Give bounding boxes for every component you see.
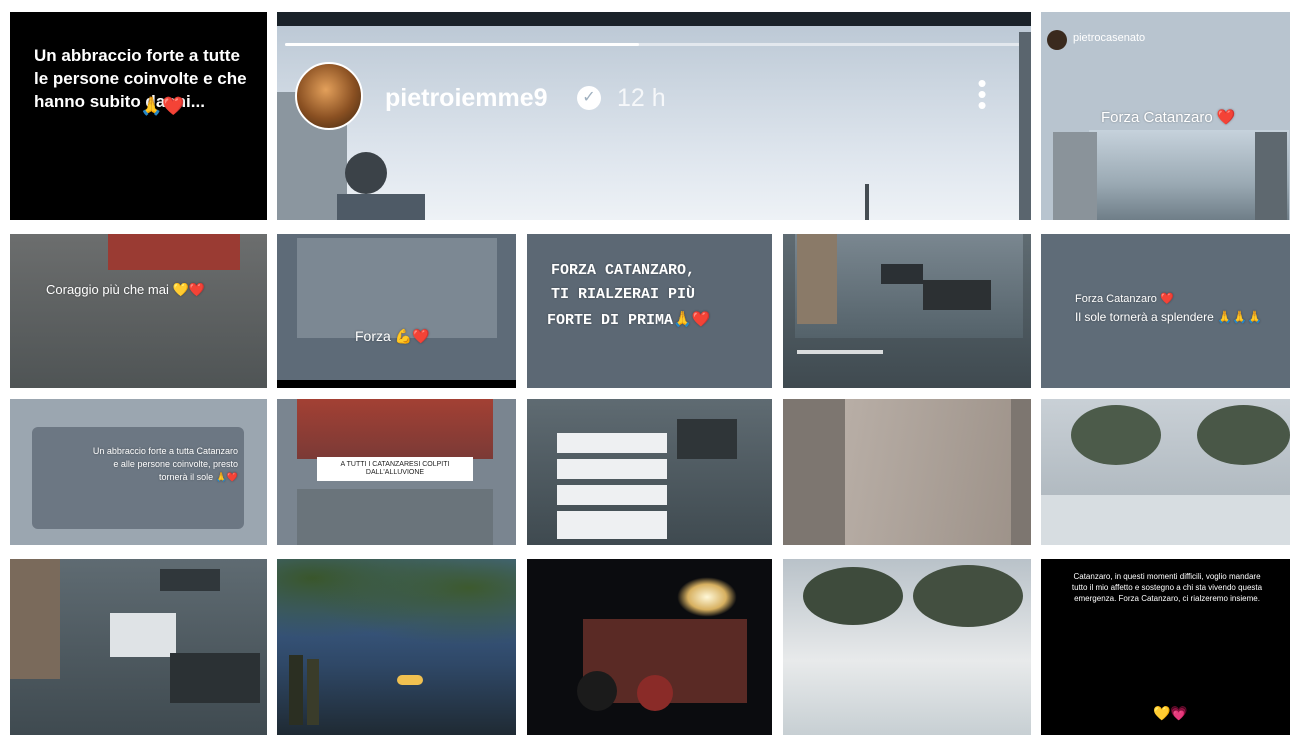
tree-2 [913, 565, 1023, 627]
story-tile-7[interactable] [783, 234, 1031, 388]
kiosk [677, 419, 737, 459]
story-tile-17[interactable] [783, 559, 1031, 735]
stone-wall [845, 399, 1011, 545]
story-tile-3[interactable]: pietrocasenato Forza Catanzaro ❤️ [1041, 12, 1290, 220]
tree-right [1197, 405, 1290, 465]
red-object [108, 234, 240, 270]
tower-left [1053, 132, 1097, 220]
story-tile-12[interactable] [783, 399, 1031, 545]
tower-right [1255, 132, 1287, 220]
kiosk [170, 653, 260, 703]
story-tile-8[interactable]: Forza Catanzaro ❤️ Il sole tornerà a spl… [1041, 234, 1290, 388]
floodlight [677, 577, 737, 617]
story-tile-1[interactable]: Un abbraccio forte a tutte le persone co… [10, 12, 267, 220]
story-caption: A TUTTI I CATANZARESI COLPITI DALL'ALLUV… [340, 461, 450, 476]
story-text: Forza Catanzaro ❤️ [1101, 109, 1236, 126]
story-tile-9[interactable]: Un abbraccio forte a tutta Catanzaro e a… [10, 399, 267, 545]
story-tile-10[interactable]: A TUTTI I CATANZARESI COLPITI DALL'ALLUV… [277, 399, 516, 545]
foam-water [1041, 495, 1290, 545]
submerged-car-2 [160, 569, 220, 591]
tree-1 [803, 567, 903, 625]
lamp-post [865, 184, 869, 220]
username[interactable]: pietroiemme9 [385, 84, 548, 113]
story-text-line3: FORTE DI PRIMA🙏❤️ [547, 312, 711, 329]
story-text: Catanzaro, in questi momenti difficili, … [1071, 572, 1263, 603]
pray-heart-emoji: 🙏❤️ [140, 96, 185, 116]
fallen-tree [277, 559, 516, 655]
story-tile-14[interactable] [10, 559, 267, 735]
story-tile-16[interactable] [527, 559, 772, 735]
flood-water [297, 489, 493, 545]
story-text-line2: TI RIALZERAI PIÙ [551, 286, 696, 303]
avatar[interactable] [295, 62, 363, 130]
headlights [397, 675, 423, 685]
wheel-right [637, 675, 673, 711]
story-tile-2-featured[interactable]: pietroiemme9 ✓ 12 h • • • [277, 12, 1031, 220]
building [10, 559, 60, 679]
story-time: 12 h [617, 84, 666, 112]
screenshot-card-1 [557, 433, 667, 453]
tree-left [1071, 405, 1161, 465]
story-tile-18[interactable]: Catanzaro, in questi momenti difficili, … [1041, 559, 1290, 735]
building [797, 234, 837, 324]
avatar-small [1047, 30, 1067, 50]
heart-emojis: 💛💗 [1153, 705, 1188, 721]
screenshot-card-3 [557, 485, 667, 505]
right-edge-pole [1019, 32, 1031, 220]
submerged-car-1 [110, 613, 176, 657]
story-tile-4[interactable]: Coraggio più che mai 💛❤️ [10, 234, 267, 388]
story-tile-6[interactable]: FORZA CATANZARO, TI RIALZERAI PIÙ FORTE … [527, 234, 772, 388]
submerged-car [881, 264, 923, 284]
story-username: pietrocasenato [1073, 32, 1146, 44]
satellite-dish [345, 152, 387, 194]
bottom-bar [277, 380, 516, 388]
balcony [337, 194, 425, 220]
kiosk [923, 280, 991, 310]
story-text-line1: Forza Catanzaro ❤️ [1075, 293, 1174, 305]
story-text-line1: FORZA CATANZARO, [551, 262, 696, 279]
wheel-left [577, 671, 617, 711]
story-text-line2: Il sole tornerà a splendere 🙏🙏🙏 [1075, 310, 1262, 324]
caption-strip [797, 350, 883, 354]
story-top-bar [277, 12, 1031, 26]
story-tile-5[interactable]: Forza 💪❤️ [277, 234, 516, 388]
verified-check-icon: ✓ [577, 86, 601, 110]
screenshot-card-4 [557, 511, 667, 539]
story-text: Coraggio più che mai 💛❤️ [46, 282, 205, 297]
firefighter-1 [289, 655, 303, 725]
story-tile-15[interactable] [277, 559, 516, 735]
photo-card [297, 238, 497, 338]
story-progress-bar [285, 43, 1023, 46]
story-text: Un abbraccio forte a tutta Catanzaro e a… [92, 446, 238, 482]
building-facade [297, 399, 493, 459]
more-vertical-icon[interactable]: • • • [977, 70, 987, 118]
firefighter-2 [307, 659, 319, 725]
story-tile-11[interactable] [527, 399, 772, 545]
story-tile-13[interactable] [1041, 399, 1290, 545]
screenshot-card-2 [557, 459, 667, 479]
story-text: Forza 💪❤️ [355, 328, 430, 344]
